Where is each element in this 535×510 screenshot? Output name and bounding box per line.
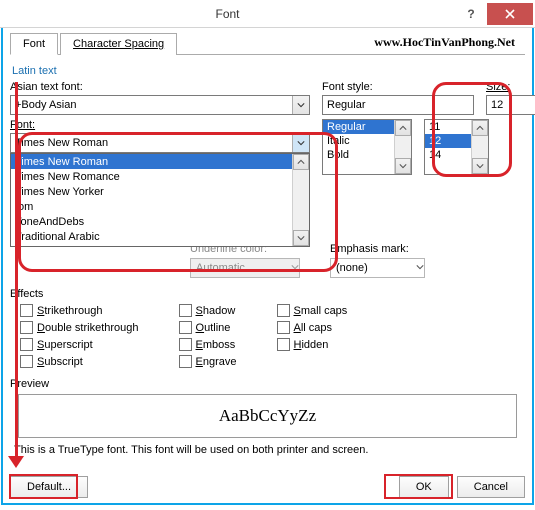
list-item[interactable]: tom: [11, 199, 292, 214]
checkbox-shadow[interactable]: Shadow: [179, 304, 237, 317]
list-item[interactable]: Bold: [323, 148, 394, 162]
font-style-input-box[interactable]: [322, 95, 474, 115]
checkbox-icon[interactable]: [277, 338, 290, 351]
watermark: www.HocTinVanPhong.Net: [374, 35, 515, 50]
list-item[interactable]: Regular: [323, 120, 394, 134]
dropdown-icon[interactable]: [416, 262, 424, 274]
preview-label: Preview: [10, 378, 525, 390]
list-item[interactable]: 11: [425, 120, 471, 134]
font-hint: This is a TrueType font. This font will …: [14, 444, 525, 456]
size-list[interactable]: 111214: [424, 119, 489, 175]
checkbox-engrave[interactable]: Engrave: [179, 355, 237, 368]
checkbox-strikethrough[interactable]: Strikethrough: [20, 304, 139, 317]
font-style-input[interactable]: [323, 96, 473, 114]
scroll-up-icon[interactable]: [472, 120, 488, 136]
checkbox-subscript[interactable]: Subscript: [20, 355, 139, 368]
checkbox-icon[interactable]: [179, 355, 192, 368]
checkbox-icon[interactable]: [179, 304, 192, 317]
scroll-up-icon[interactable]: [293, 154, 309, 170]
underline-color-combo: Automatic: [190, 258, 300, 278]
font-dropdown-list[interactable]: Times New RomanTimes New RomanceTimes Ne…: [10, 153, 310, 247]
list-item[interactable]: Times New Roman: [11, 154, 292, 169]
dropdown-icon[interactable]: [292, 96, 309, 114]
scrollbar[interactable]: [394, 120, 411, 174]
asian-font-combo[interactable]: [10, 95, 310, 115]
emphasis-label: Emphasis mark:: [330, 243, 425, 255]
dropdown-icon: [291, 262, 299, 274]
checkbox-small-caps[interactable]: Small caps: [277, 304, 348, 317]
checkbox-icon[interactable]: [277, 304, 290, 317]
default-button[interactable]: Default...: [10, 476, 88, 498]
checkbox-icon[interactable]: [20, 304, 33, 317]
latin-text-label: Latin text: [12, 65, 525, 77]
list-item[interactable]: Traditional Arabic: [11, 229, 292, 244]
font-combo[interactable]: [10, 133, 310, 153]
checkbox-hidden[interactable]: Hidden: [277, 338, 348, 351]
scrollbar[interactable]: [471, 120, 488, 174]
font-style-label: Font style:: [322, 81, 474, 93]
checkbox-emboss[interactable]: Emboss: [179, 338, 237, 351]
list-item[interactable]: 14: [425, 148, 471, 162]
emphasis-combo[interactable]: (none): [330, 258, 425, 278]
scroll-up-icon[interactable]: [395, 120, 411, 136]
size-input-box[interactable]: [486, 95, 535, 115]
size-label: Size:: [486, 81, 535, 93]
checkbox-superscript[interactable]: Superscript: [20, 338, 139, 351]
scroll-down-icon[interactable]: [472, 158, 488, 174]
font-label: Font:: [10, 119, 310, 131]
tab-character-spacing[interactable]: Character Spacing: [60, 33, 177, 55]
checkbox-icon[interactable]: [179, 338, 192, 351]
help-button[interactable]: ?: [455, 4, 487, 24]
ok-button[interactable]: OK: [399, 476, 449, 498]
font-style-list[interactable]: RegularItalicBold: [322, 119, 412, 175]
checkbox-icon[interactable]: [20, 355, 33, 368]
checkbox-all-caps[interactable]: All caps: [277, 321, 348, 334]
cancel-button[interactable]: Cancel: [457, 476, 525, 498]
tab-font[interactable]: Font: [10, 33, 58, 55]
scrollbar[interactable]: [292, 154, 309, 246]
list-item[interactable]: ToneAndDebs: [11, 214, 292, 229]
checkbox-double-strikethrough[interactable]: Double strikethrough: [20, 321, 139, 334]
list-item[interactable]: Times New Yorker: [11, 184, 292, 199]
effects-label: Effects: [10, 288, 525, 300]
close-button[interactable]: [487, 3, 533, 25]
list-item[interactable]: Times New Romance: [11, 169, 292, 184]
window-title: Font: [0, 7, 455, 21]
asian-font-label: Asian text font:: [10, 81, 310, 93]
list-item[interactable]: Italic: [323, 134, 394, 148]
checkbox-icon[interactable]: [179, 321, 192, 334]
checkbox-icon[interactable]: [20, 338, 33, 351]
tab-bar: Font Character Spacing www.HocTinVanPhon…: [10, 32, 525, 55]
checkbox-outline[interactable]: Outline: [179, 321, 237, 334]
checkbox-icon[interactable]: [20, 321, 33, 334]
asian-font-input[interactable]: [11, 96, 292, 114]
dropdown-icon[interactable]: [292, 134, 309, 152]
font-input[interactable]: [11, 134, 292, 152]
size-input[interactable]: [487, 96, 535, 114]
preview-box: AaBbCcYyZz: [18, 394, 517, 438]
list-item[interactable]: 12: [425, 134, 471, 148]
scroll-down-icon[interactable]: [395, 158, 411, 174]
checkbox-icon[interactable]: [277, 321, 290, 334]
titlebar: Font ?: [0, 0, 535, 28]
scroll-down-icon[interactable]: [293, 230, 309, 246]
